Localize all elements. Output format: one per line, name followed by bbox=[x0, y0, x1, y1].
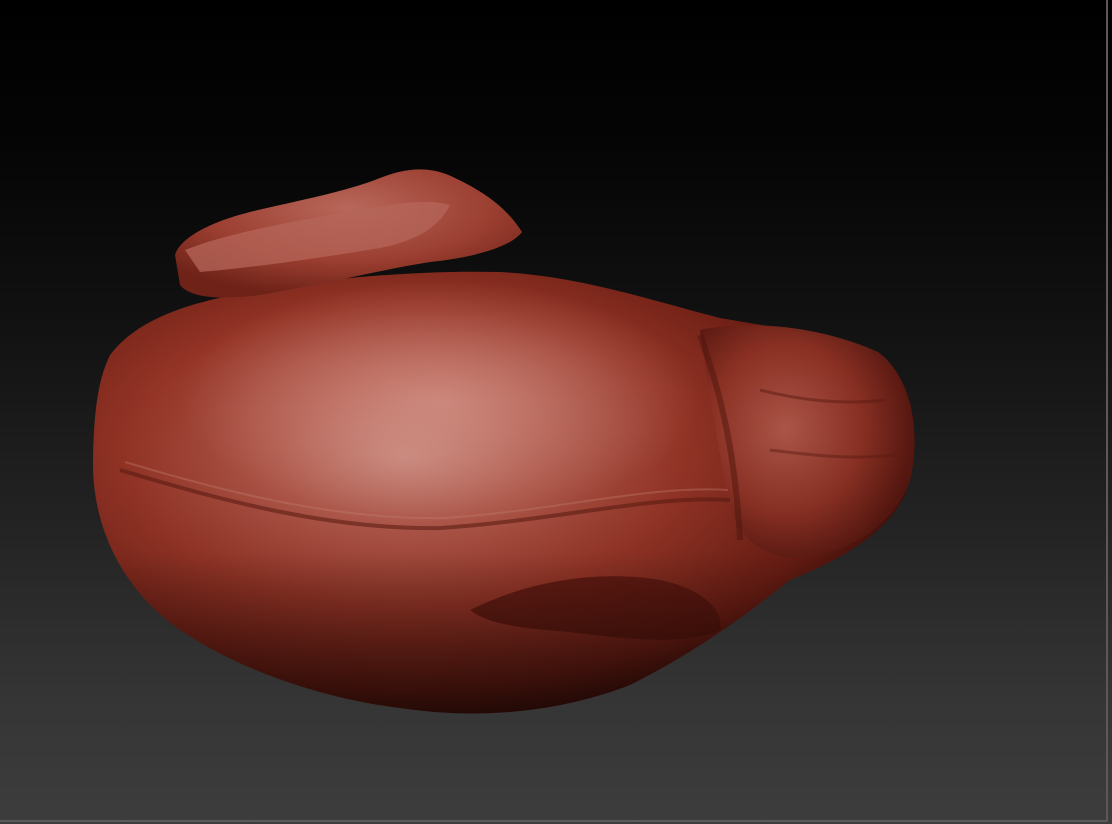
rock-bottom-shadow bbox=[92, 355, 913, 714]
sculpt-canvas[interactable] bbox=[0, 0, 1112, 824]
sculpted-rock-model[interactable] bbox=[92, 169, 915, 714]
3d-viewport[interactable] bbox=[0, 0, 1112, 824]
